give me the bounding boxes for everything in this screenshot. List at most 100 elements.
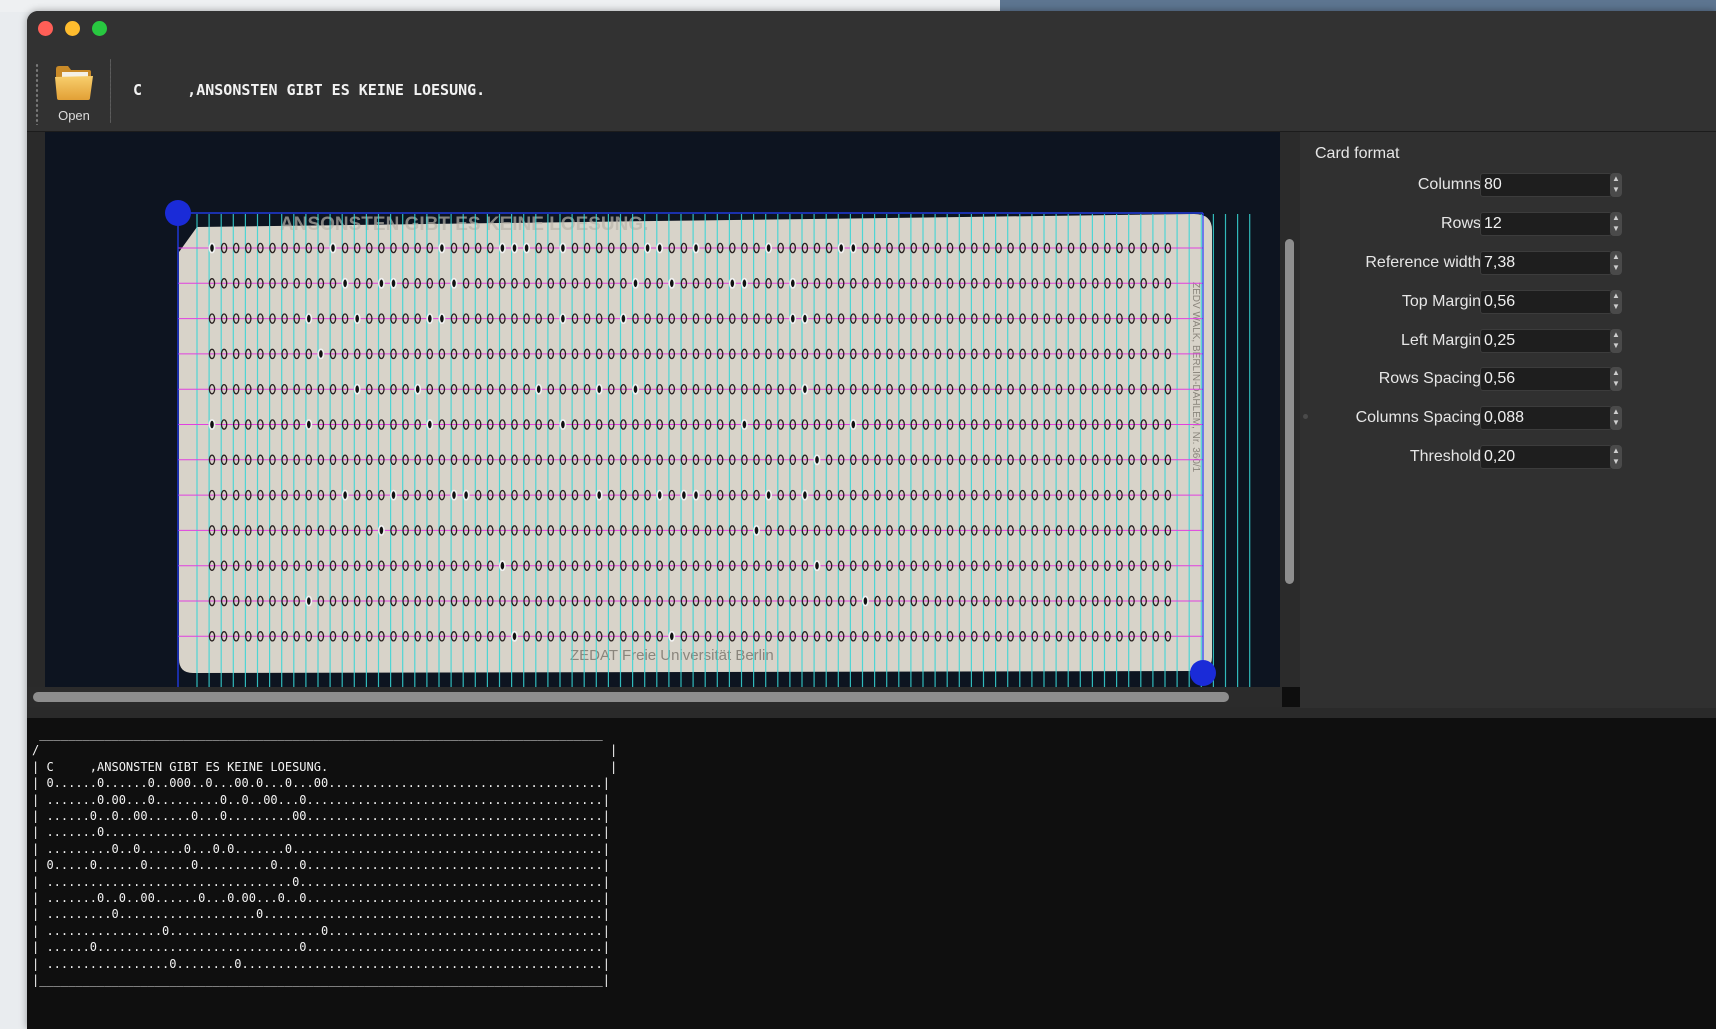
toolbar-separator: [110, 59, 111, 123]
left-margin-row: Left Margin ▲▼: [1300, 327, 1716, 357]
punched-hole: [728, 277, 736, 289]
top-margin-input[interactable]: [1480, 290, 1612, 314]
toolbar-grip[interactable]: [35, 63, 39, 125]
columns-input[interactable]: [1480, 173, 1612, 197]
punched-hole: [511, 242, 518, 254]
punched-hole: [498, 242, 506, 254]
viewer-horizontal-scrollbar[interactable]: [27, 687, 1282, 707]
punched-hole: [353, 383, 361, 395]
punched-hole: [377, 277, 385, 289]
card-image-viewer[interactable]: ANSONSTEN GIBT ES KEINE LOESUNG. ZEDAT F…: [45, 132, 1280, 687]
punched-hole: [426, 419, 434, 430]
punched-hole: [765, 242, 772, 254]
punched-hole: [801, 313, 809, 324]
punched-hole: [620, 313, 627, 324]
card-side-text: ZEDV WALK, BERLIN-DAHLEM, Nr. 360/1: [1190, 282, 1201, 473]
punched-hole: [837, 242, 845, 254]
punched-hole: [680, 489, 688, 501]
card-format-title: Card format: [1315, 145, 1400, 162]
rows-input[interactable]: [1480, 212, 1612, 236]
punched-hole: [305, 595, 313, 607]
punched-hole: [644, 242, 651, 254]
columns-spacing-stepper[interactable]: ▲ ▼: [1610, 406, 1622, 430]
console-line: | C ,ANSONSTEN GIBT ES KEINE LOESUNG. |: [32, 759, 618, 774]
punched-hole: [789, 313, 797, 324]
threshold-input[interactable]: [1480, 445, 1612, 469]
console-line: | .........0...................0........…: [32, 907, 610, 922]
viewer-vertical-scrollbar[interactable]: [1280, 132, 1300, 687]
punched-hole: [801, 489, 809, 501]
app-window: Open C ,ANSONSTEN GIBT ES KEINE LOESUNG.…: [27, 11, 1716, 1029]
columns-stepper[interactable]: ▲ ▼: [1610, 173, 1622, 197]
punched-hole: [305, 419, 313, 430]
punched-hole: [741, 277, 748, 289]
punched-hole: [656, 242, 664, 254]
columns-label: Columns: [1417, 176, 1481, 193]
punched-hole: [535, 383, 543, 395]
close-window-button[interactable]: [38, 21, 53, 36]
console-line: ________________________________________…: [32, 727, 603, 741]
reference-width-input[interactable]: [1480, 251, 1612, 275]
toolbar: Open C ,ANSONSTEN GIBT ES KEINE LOESUNG.: [27, 49, 1716, 132]
punched-hole: [789, 277, 797, 289]
punched-hole: [862, 595, 869, 607]
left-margin-input[interactable]: [1480, 329, 1612, 353]
card-format-panel: Card format Columns ▲▼ Rows ▲▼ Reference…: [1300, 132, 1716, 708]
bottom-right-handle[interactable]: [1190, 660, 1216, 686]
console-line: | .......0..0..00......0...0.00...0..0..…: [32, 891, 610, 906]
punched-hole: [450, 277, 458, 289]
threshold-row: Threshold ▲▼: [1300, 443, 1716, 473]
title-bar: [27, 11, 1716, 49]
rows-spacing-input[interactable]: [1480, 367, 1612, 391]
card-printed-header: ANSONSTEN GIBT ES KEINE LOESUNG.: [280, 214, 648, 235]
minimize-window-button[interactable]: [65, 21, 80, 36]
top-margin-label: Top Margin: [1401, 293, 1481, 310]
console-line: | 0......0......0..000..0...00.0...0...0…: [32, 776, 610, 791]
console-line: | ......0..0..00......0...0.........00..…: [32, 809, 610, 824]
columns-spacing-input[interactable]: [1480, 406, 1612, 430]
punched-hole: [390, 489, 397, 501]
punched-hole: [559, 419, 567, 430]
open-button[interactable]: Open: [44, 55, 104, 127]
top-margin-stepper[interactable]: ▲ ▼: [1610, 290, 1622, 314]
punched-hole: [523, 242, 530, 254]
zoom-window-button[interactable]: [92, 21, 107, 36]
punched-hole: [329, 242, 337, 254]
punched-hole: [208, 419, 216, 430]
punched-hole: [305, 313, 313, 324]
console-line: | 0.....0......0......0..........0...0..…: [32, 858, 610, 873]
open-button-label: Open: [58, 108, 90, 123]
vertical-scroll-thumb[interactable]: [1285, 239, 1294, 584]
rows-row: Rows ▲▼: [1300, 210, 1716, 240]
top-margin-row: Top Margin ▲▼: [1300, 288, 1716, 318]
output-console[interactable]: ________________________________________…: [27, 718, 1716, 1029]
horizontal-scroll-thumb[interactable]: [33, 692, 1229, 702]
punched-hole: [668, 277, 676, 289]
left-margin-stepper[interactable]: ▲ ▼: [1610, 329, 1622, 353]
punched-hole: [595, 489, 603, 501]
punched-hole: [511, 630, 518, 642]
folder-icon: [55, 66, 93, 100]
reference-width-stepper[interactable]: ▲ ▼: [1610, 251, 1622, 275]
punched-hole: [765, 489, 772, 501]
threshold-stepper[interactable]: ▲ ▼: [1610, 445, 1622, 469]
punched-hole: [438, 313, 446, 324]
punched-hole: [450, 489, 458, 501]
punched-hole: [498, 560, 506, 572]
punched-hole: [801, 383, 809, 395]
top-left-handle[interactable]: [165, 200, 191, 226]
panel-splitter[interactable]: [27, 708, 1716, 718]
punched-hole: [656, 489, 664, 501]
left-margin-label: Left Margin: [1400, 332, 1481, 349]
console-line: / |: [32, 743, 618, 758]
punched-hole: [753, 524, 760, 536]
console-line: | .................0........0...........…: [32, 956, 610, 971]
columns-row: Columns ▲▼: [1300, 171, 1716, 201]
card-footer-text: ZEDAT Freie Universität Berlin: [570, 647, 774, 664]
console-line: | ......0............................0..…: [32, 940, 610, 955]
punch-card-image[interactable]: ANSONSTEN GIBT ES KEINE LOESUNG. ZEDAT F…: [45, 132, 1280, 687]
rows-stepper[interactable]: ▲ ▼: [1610, 212, 1622, 236]
console-text: ________________________________________…: [32, 726, 617, 989]
rows-spacing-stepper[interactable]: ▲ ▼: [1610, 367, 1622, 391]
punched-hole: [208, 242, 216, 254]
